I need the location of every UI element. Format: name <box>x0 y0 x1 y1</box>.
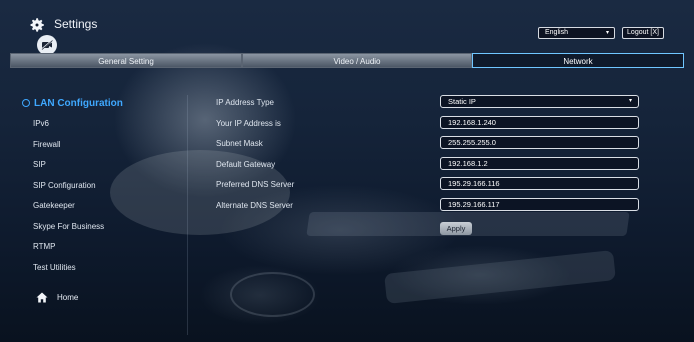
tab-network[interactable]: Network <box>472 53 684 68</box>
default-gateway-label: Default Gateway <box>216 159 276 169</box>
sidebar-item-skype-for-business[interactable]: Skype For Business <box>22 217 182 238</box>
language-select-value: English <box>545 29 568 36</box>
form-row: Subnet Mask 255.255.255.0 <box>216 135 646 156</box>
home-link[interactable]: Home <box>36 292 78 303</box>
tab-bar: General Setting Video / Audio Network <box>10 53 684 68</box>
logout-button[interactable]: Logout [X] <box>622 27 664 39</box>
ip-address-input[interactable]: 192.168.1.240 <box>440 115 639 129</box>
gear-icon <box>28 16 46 34</box>
alternate-dns-input[interactable]: 195.29.166.117 <box>440 197 639 211</box>
home-icon <box>36 292 48 303</box>
alternate-dns-label: Alternate DNS Server <box>216 200 293 210</box>
sidebar-item-test-utilities[interactable]: Test Utilities <box>22 258 182 279</box>
sidebar-item-ipv6[interactable]: IPv6 <box>22 114 182 135</box>
form-row: Preferred DNS Server 195.29.166.116 <box>216 176 646 197</box>
divider <box>187 95 188 335</box>
camera-off-icon[interactable] <box>37 35 57 55</box>
sidebar: LAN Configuration IPv6 Firewall SIP SIP … <box>22 95 182 278</box>
sidebar-item-rtmp[interactable]: RTMP <box>22 237 182 258</box>
language-select[interactable]: English ▾ <box>538 27 615 39</box>
ip-address-type-value: Static IP <box>448 97 476 106</box>
sidebar-item-firewall[interactable]: Firewall <box>22 135 182 156</box>
form-row: IP Address Type Static IP ▾ <box>216 94 646 115</box>
page-title: Settings <box>54 17 98 31</box>
form-row: Alternate DNS Server 195.29.166.117 <box>216 197 646 218</box>
header: Settings English ▾ Logout [X] <box>0 0 694 55</box>
sidebar-item-sip[interactable]: SIP <box>22 155 182 176</box>
default-gateway-input[interactable]: 192.168.1.2 <box>440 156 639 170</box>
subnet-mask-label: Subnet Mask <box>216 139 263 149</box>
sidebar-item-lan-configuration[interactable]: LAN Configuration <box>22 95 182 111</box>
apply-button[interactable]: Apply <box>440 222 472 235</box>
ip-address-label: Your IP Address is <box>216 118 281 128</box>
form-row: Default Gateway 192.168.1.2 <box>216 156 646 177</box>
tab-general-setting[interactable]: General Setting <box>10 53 242 68</box>
home-label: Home <box>57 293 79 302</box>
sidebar-item-sip-configuration[interactable]: SIP Configuration <box>22 176 182 197</box>
sidebar-item-gatekeeper[interactable]: Gatekeeper <box>22 196 182 217</box>
form-row: Your IP Address is 192.168.1.240 <box>216 115 646 136</box>
preferred-dns-label: Preferred DNS Server <box>216 180 295 190</box>
chevron-down-icon: ▾ <box>628 98 632 104</box>
circle-dot-icon <box>22 99 30 107</box>
subnet-mask-input[interactable]: 255.255.255.0 <box>440 136 639 150</box>
preferred-dns-input[interactable]: 195.29.166.116 <box>440 177 639 191</box>
lan-configuration-form: IP Address Type Static IP ▾ Your IP Addr… <box>216 94 646 235</box>
ip-address-type-select[interactable]: Static IP ▾ <box>440 95 639 108</box>
sidebar-heading-label: LAN Configuration <box>34 97 123 109</box>
background-device <box>230 272 315 317</box>
chevron-down-icon: ▾ <box>605 30 609 36</box>
ip-address-type-label: IP Address Type <box>216 98 274 107</box>
tab-video-audio[interactable]: Video / Audio <box>242 53 472 68</box>
